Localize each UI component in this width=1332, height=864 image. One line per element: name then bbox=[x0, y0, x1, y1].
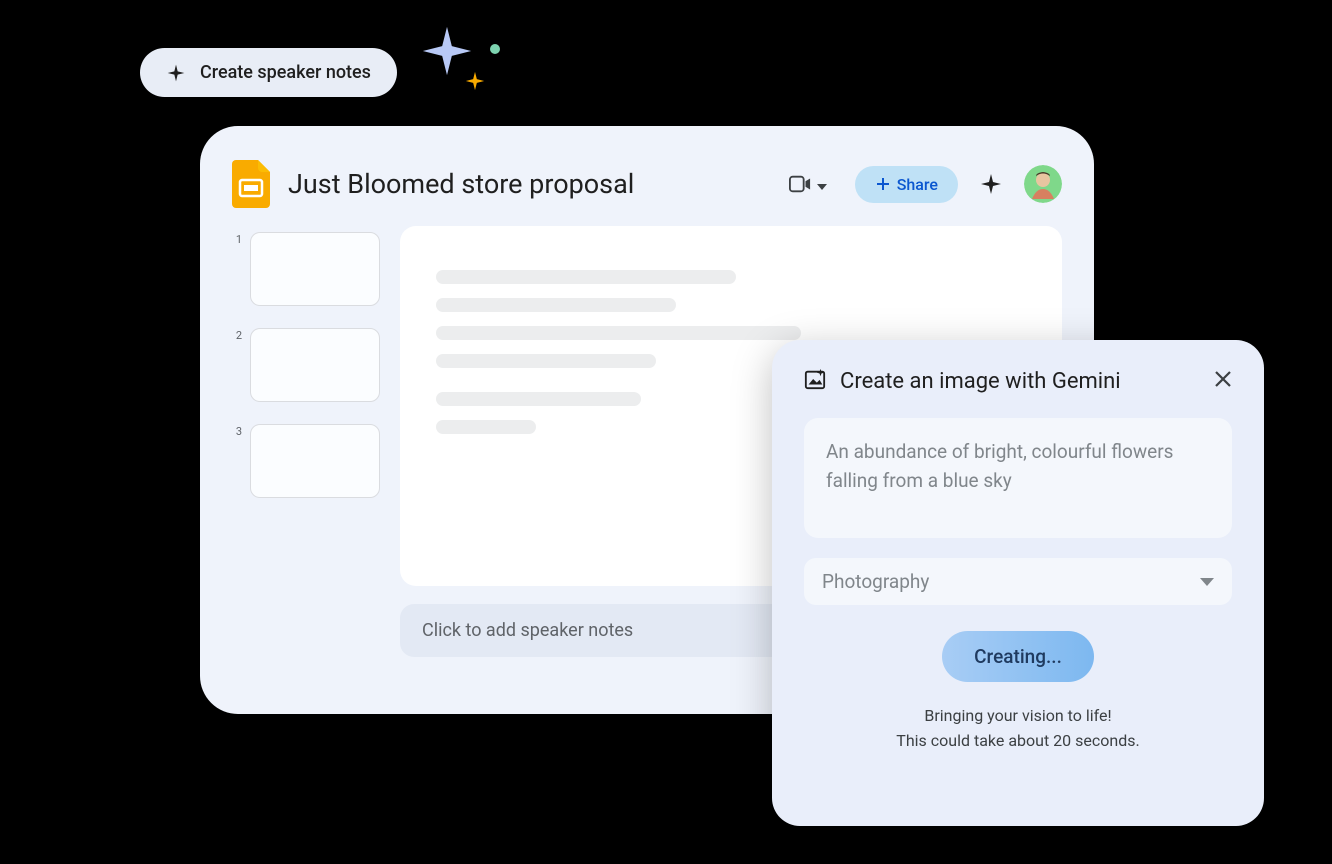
status-text: Bringing your vision to life! This could… bbox=[804, 704, 1232, 754]
style-select[interactable]: Photography bbox=[804, 558, 1232, 605]
slides-header: Just Bloomed store proposal Share bbox=[232, 160, 1062, 208]
placeholder-line bbox=[436, 392, 641, 406]
share-button[interactable]: Share bbox=[855, 166, 958, 203]
present-video-button[interactable] bbox=[779, 169, 837, 200]
sparkle-small-icon bbox=[464, 70, 486, 96]
slide-thumbnail[interactable] bbox=[250, 328, 380, 402]
sparkle-large-icon bbox=[418, 22, 476, 84]
chevron-down-icon bbox=[1200, 578, 1214, 586]
chevron-down-icon bbox=[817, 175, 827, 194]
slide-thumbnail[interactable] bbox=[250, 424, 380, 498]
share-label: Share bbox=[897, 175, 938, 194]
gemini-sparkle-button[interactable] bbox=[976, 169, 1006, 199]
gemini-image-panel: Create an image with Gemini An abundance… bbox=[772, 340, 1264, 826]
create-speaker-notes-chip[interactable]: Create speaker notes bbox=[140, 48, 397, 97]
style-value: Photography bbox=[822, 570, 929, 593]
panel-title: Create an image with Gemini bbox=[840, 369, 1200, 394]
thumb-number: 1 bbox=[232, 232, 242, 246]
status-line: This could take about 20 seconds. bbox=[804, 729, 1232, 754]
status-line: Bringing your vision to life! bbox=[804, 704, 1232, 729]
decorative-sparkles bbox=[418, 14, 538, 134]
image-prompt-input[interactable]: An abundance of bright, colourful flower… bbox=[804, 418, 1232, 538]
google-slides-icon bbox=[232, 160, 270, 208]
green-dot-icon bbox=[490, 44, 500, 54]
thumb-number: 3 bbox=[232, 424, 242, 438]
user-avatar[interactable] bbox=[1024, 165, 1062, 203]
close-button[interactable] bbox=[1214, 370, 1232, 392]
sparkle-icon bbox=[166, 63, 186, 83]
placeholder-line bbox=[436, 298, 676, 312]
placeholder-line bbox=[436, 354, 656, 368]
thumb-number: 2 bbox=[232, 328, 242, 342]
image-sparkle-icon bbox=[804, 368, 826, 394]
placeholder-line bbox=[436, 326, 801, 340]
placeholder-line bbox=[436, 420, 536, 434]
slide-thumbnail-column: 1 2 3 bbox=[232, 226, 380, 498]
document-title[interactable]: Just Bloomed store proposal bbox=[288, 168, 634, 200]
chip-label: Create speaker notes bbox=[200, 62, 371, 83]
slide-thumbnail[interactable] bbox=[250, 232, 380, 306]
creating-button[interactable]: Creating... bbox=[942, 631, 1094, 682]
placeholder-line bbox=[436, 270, 736, 284]
